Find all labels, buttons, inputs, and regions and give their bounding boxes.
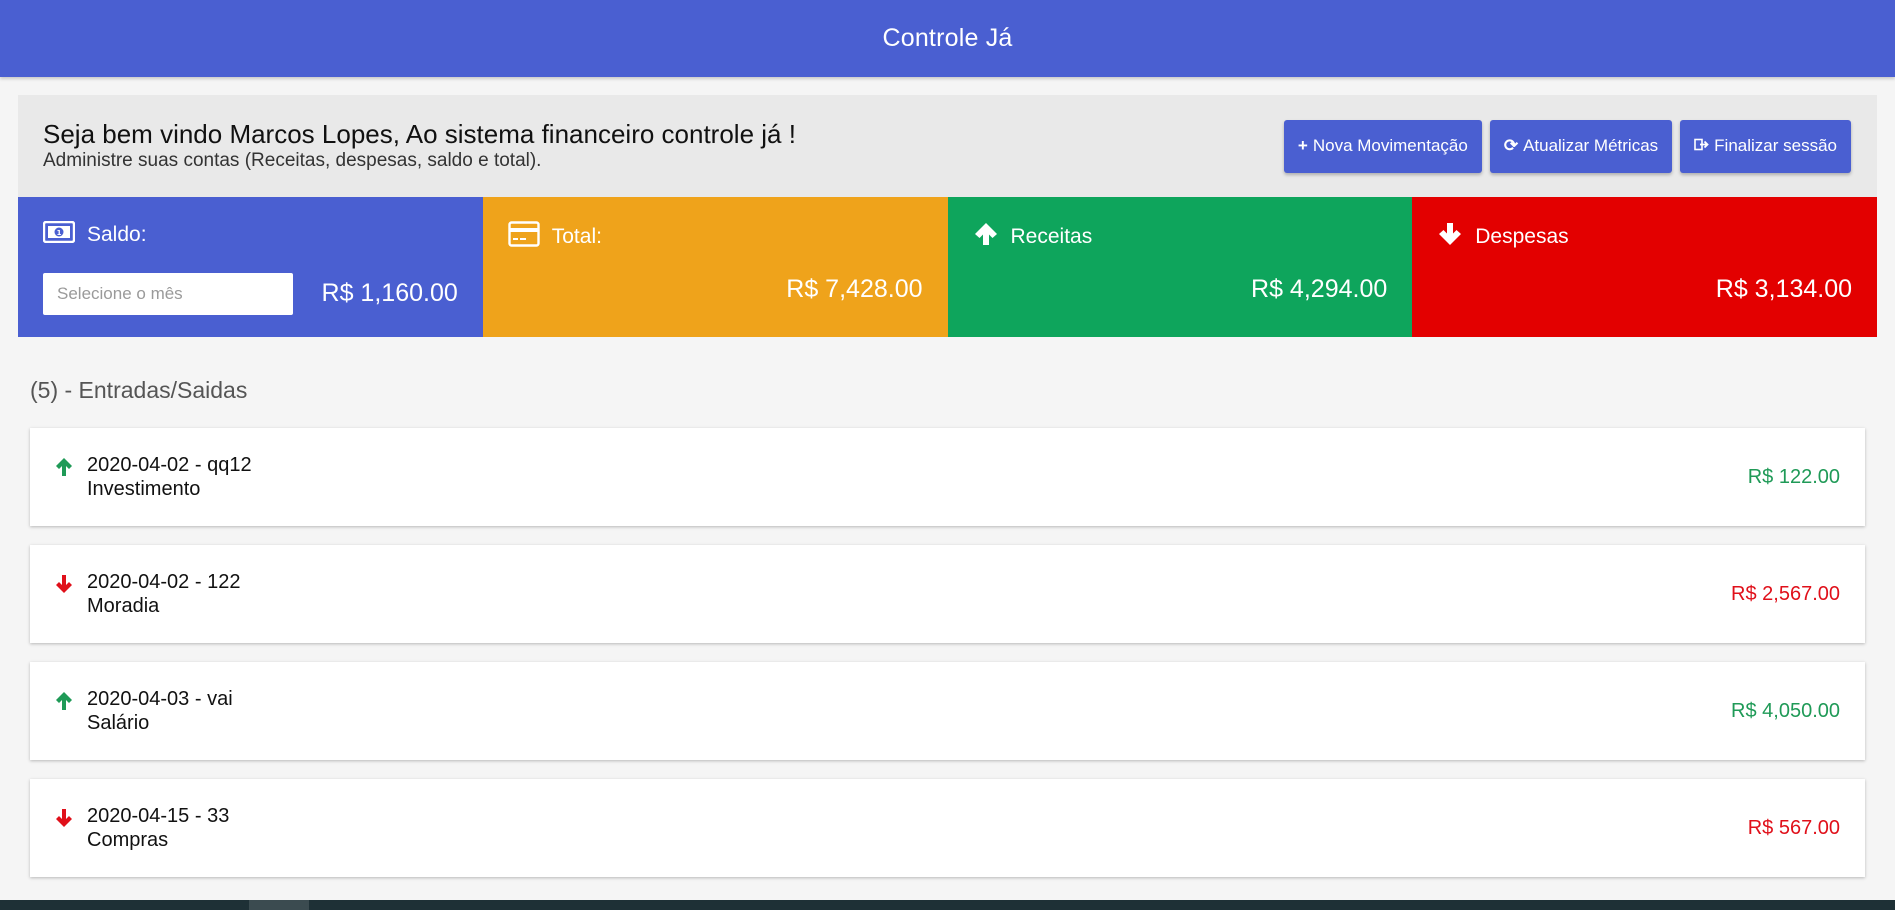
transaction-category: Investimento xyxy=(87,478,201,500)
transaction-date-description: 2020-04-02 - 122 xyxy=(87,571,241,593)
transaction-amount: R$ 122.00 xyxy=(1747,465,1840,488)
total-card: Total: R$ 7,428.00 xyxy=(482,197,948,337)
refresh-metrics-label: Atualizar Métricas xyxy=(1523,136,1659,155)
transaction-item[interactable]: 2020-04-02 - 122 Moradia R$ 2,567.00 xyxy=(30,545,1865,643)
transaction-category: Salário xyxy=(87,712,150,734)
transaction-item[interactable]: 2020-04-03 - vai Salário R$ 4,050.00 xyxy=(30,662,1865,760)
transaction-date-description: 2020-04-15 - 33 xyxy=(87,805,230,827)
total-label: Total: xyxy=(551,224,602,248)
metrics-row: 1 Saldo: R$ 1,160.00 Total: R$ 7,428.00 … xyxy=(18,197,1877,337)
saldo-value: R$ 1,160.00 xyxy=(321,279,458,307)
action-buttons: + Nova Movimentação ⟳ Atualizar Métricas… xyxy=(1283,119,1851,173)
new-transaction-button[interactable]: + Nova Movimentação xyxy=(1283,119,1482,173)
refresh-metrics-button[interactable]: ⟳ Atualizar Métricas xyxy=(1489,119,1673,173)
transaction-category: Compras xyxy=(87,829,169,851)
transaction-date-description: 2020-04-02 - qq12 xyxy=(87,454,252,476)
sign-out-icon xyxy=(1694,136,1709,156)
receitas-label: Receitas xyxy=(1010,224,1093,248)
welcome-headline: Seja bem vindo Marcos Lopes, Ao sistema … xyxy=(43,119,796,149)
receitas-card: Receitas R$ 4,294.00 xyxy=(947,197,1413,337)
refresh-icon: ⟳ xyxy=(1503,136,1519,155)
welcome-text: Seja bem vindo Marcos Lopes, Ao sistema … xyxy=(43,119,796,173)
transaction-amount: R$ 4,050.00 xyxy=(1731,699,1840,722)
arrow-up-icon xyxy=(55,691,73,711)
receitas-value: R$ 4,294.00 xyxy=(1251,275,1388,303)
money-icon: 1 xyxy=(42,220,76,248)
welcome-panel: Seja bem vindo Marcos Lopes, Ao sistema … xyxy=(18,95,1877,197)
app-title: Controle Já xyxy=(882,24,1013,52)
saldo-card: 1 Saldo: R$ 1,160.00 xyxy=(18,197,483,337)
despesas-card: Despesas R$ 3,134.00 xyxy=(1412,197,1877,337)
welcome-subtitle: Administre suas contas (Receitas, despes… xyxy=(43,150,542,171)
arrow-up-icon xyxy=(55,457,73,477)
transactions-list: 2020-04-02 - qq12 Investimento R$ 122.00… xyxy=(30,428,1865,877)
credit-card-icon xyxy=(508,221,540,252)
transaction-item[interactable]: 2020-04-15 - 33 Compras R$ 567.00 xyxy=(30,779,1865,877)
despesas-value: R$ 3,134.00 xyxy=(1715,275,1852,303)
saldo-label: Saldo: xyxy=(87,222,147,246)
month-select-input[interactable] xyxy=(43,273,293,315)
transactions-section: (5) - Entradas/Saidas 2020-04-02 - qq12 … xyxy=(30,377,1865,877)
new-transaction-label: Nova Movimentação xyxy=(1312,136,1468,155)
transaction-amount: R$ 2,567.00 xyxy=(1731,582,1840,605)
despesas-label: Despesas xyxy=(1475,224,1569,248)
taskbar xyxy=(0,900,1895,910)
arrow-up-icon xyxy=(973,221,999,252)
svg-text:1: 1 xyxy=(57,229,62,237)
transaction-amount: R$ 567.00 xyxy=(1747,816,1840,839)
arrow-down-icon xyxy=(55,808,73,828)
transaction-category: Moradia xyxy=(87,595,160,617)
total-value: R$ 7,428.00 xyxy=(786,275,923,303)
transaction-date-description: 2020-04-03 - vai xyxy=(87,688,233,710)
taskbar-tab[interactable] xyxy=(249,900,309,910)
logout-button[interactable]: Finalizar sessão xyxy=(1680,119,1851,173)
transactions-title: (5) - Entradas/Saidas xyxy=(30,377,248,403)
transaction-item[interactable]: 2020-04-02 - qq12 Investimento R$ 122.00 xyxy=(30,428,1865,526)
arrow-down-icon xyxy=(55,574,73,594)
app-header: Controle Já xyxy=(0,0,1895,77)
arrow-down-icon xyxy=(1437,221,1463,252)
logout-label: Finalizar sessão xyxy=(1714,136,1837,155)
main-container: Seja bem vindo Marcos Lopes, Ao sistema … xyxy=(18,95,1877,877)
plus-icon: + xyxy=(1297,136,1308,155)
